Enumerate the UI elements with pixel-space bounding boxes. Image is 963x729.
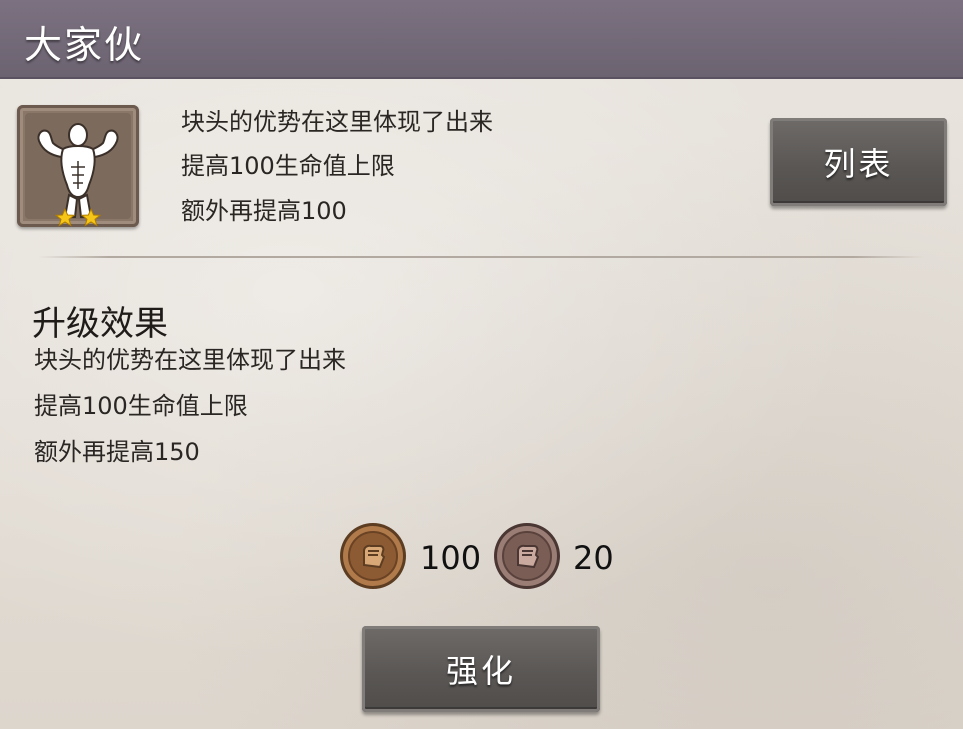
list-button[interactable]: 列表: [770, 118, 947, 206]
upgrade-effect-line-2: 提高100生命值上限: [34, 392, 248, 420]
bronze-coin-amount: 100: [420, 539, 482, 577]
skill-detail-panel: 大家伙 块头的优势在这里体现了出来 提高100生命值上限 额外再提高100 列表…: [0, 0, 963, 729]
current-effect-line-2: 提高100生命值上限: [181, 152, 395, 180]
list-button-label: 列表: [823, 145, 894, 183]
strongman-flex-icon: [17, 105, 139, 227]
current-effect-line-1: 块头的优势在这里体现了出来: [181, 108, 493, 136]
silver-coin-amount: 20: [573, 539, 614, 577]
current-effect-line-3: 额外再提高100: [181, 197, 347, 225]
divider: [38, 256, 924, 258]
title-bar: 大家伙: [0, 0, 963, 79]
skill-title: 大家伙: [24, 23, 145, 67]
upgrade-effect-line-1: 块头的优势在这里体现了出来: [34, 346, 346, 374]
bronze-fist-coin-icon: [338, 521, 408, 591]
upgrade-effect-line-3: 额外再提高150: [34, 438, 200, 466]
enhance-button-label: 强化: [445, 652, 516, 690]
silver-fist-coin-icon: [492, 521, 562, 591]
enhance-button[interactable]: 强化: [362, 626, 600, 712]
upgrade-heading: 升级效果: [32, 304, 168, 344]
